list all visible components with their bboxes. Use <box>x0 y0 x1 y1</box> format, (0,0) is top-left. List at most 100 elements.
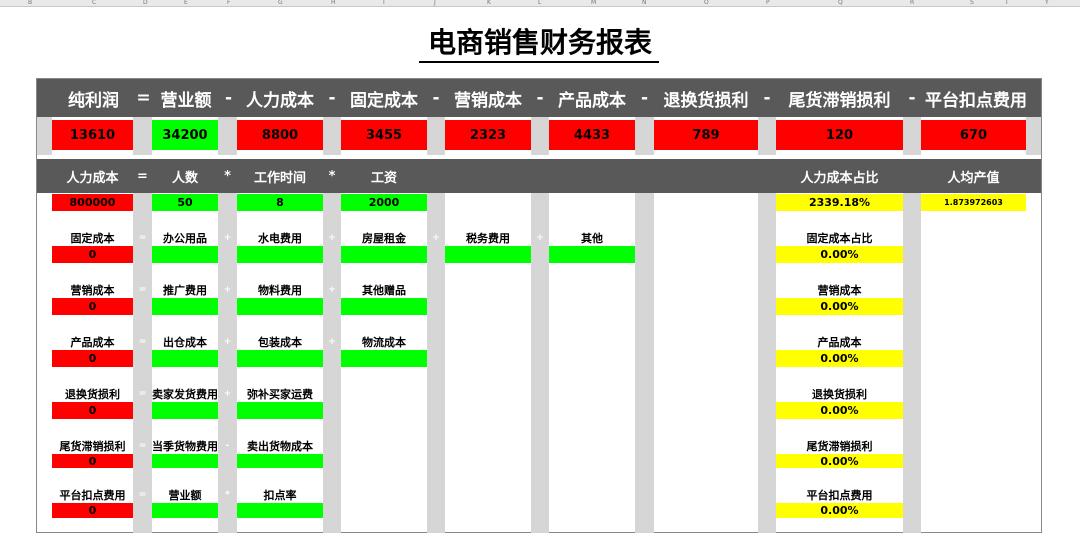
column-header[interactable]: G <box>278 0 283 7</box>
breakdown-item[interactable]: 其他赠品 <box>341 281 427 298</box>
breakdown-input[interactable] <box>341 298 427 315</box>
breakdown-item[interactable]: 卖家发货费用 <box>150 385 220 402</box>
ratio-value[interactable]: 0.00% <box>776 350 903 367</box>
breakdown-item[interactable]: 当季货物费用 <box>150 437 220 454</box>
fixed-cost-cell[interactable]: 3455 <box>341 120 427 150</box>
breakdown-input[interactable] <box>152 402 218 419</box>
ratio-value[interactable]: 0.00% <box>776 454 903 468</box>
labor-cost-cell[interactable]: 8800 <box>237 120 323 150</box>
formula-term[interactable]: 纯利润 <box>52 79 135 117</box>
breakdown-name[interactable]: 退换货损利 <box>52 385 133 402</box>
breakdown-item[interactable]: 税务费用 <box>445 229 531 246</box>
breakdown-value[interactable]: 0 <box>52 402 133 419</box>
breakdown-item[interactable]: 物料费用 <box>237 281 323 298</box>
net-profit-cell[interactable]: 13610 <box>52 120 133 150</box>
breakdown-input[interactable] <box>152 298 218 315</box>
breakdown-name[interactable]: 平台扣点费用 <box>50 486 135 503</box>
breakdown-input[interactable] <box>152 350 218 367</box>
ratio-value[interactable]: 0.00% <box>776 246 903 263</box>
wage-header[interactable]: 工资 <box>341 159 427 193</box>
breakdown-item[interactable]: 推广费用 <box>152 281 218 298</box>
breakdown-input[interactable] <box>152 246 218 263</box>
formula-term[interactable]: 人力成本 <box>237 79 323 117</box>
column-header[interactable]: S <box>970 0 974 7</box>
breakdown-item[interactable]: 出仓成本 <box>152 333 218 350</box>
ratio-value[interactable]: 0.00% <box>776 503 903 518</box>
page-title[interactable]: 电商销售财务报表 <box>0 24 1080 62</box>
breakdown-name[interactable]: 固定成本 <box>52 229 133 246</box>
formula-term[interactable]: 平台扣点费用 <box>921 79 1031 117</box>
labor-ratio-value[interactable]: 2339.18% <box>776 194 903 211</box>
slow-stock-loss-cell[interactable]: 120 <box>776 120 903 150</box>
breakdown-input[interactable] <box>237 503 323 518</box>
breakdown-item[interactable]: 扣点率 <box>237 486 323 503</box>
ratio-label[interactable]: 产品成本 <box>776 333 903 350</box>
labor-header[interactable]: 人力成本 <box>52 159 133 193</box>
ratio-label[interactable]: 退换货损利 <box>776 385 903 402</box>
breakdown-input[interactable] <box>341 246 427 263</box>
formula-term[interactable]: 产品成本 <box>549 79 635 117</box>
column-header[interactable]: C <box>92 0 96 7</box>
column-header[interactable]: J <box>434 0 436 7</box>
breakdown-input[interactable] <box>237 246 323 263</box>
formula-term[interactable]: 营业额 <box>152 79 220 117</box>
labor-ratio-header[interactable]: 人力成本占比 <box>776 159 903 193</box>
column-header[interactable]: T <box>1005 0 1009 7</box>
labor-cost-total[interactable]: 800000 <box>52 194 133 211</box>
product-cost-cell[interactable]: 4433 <box>549 120 635 150</box>
column-header[interactable]: M <box>591 0 596 7</box>
per-capita-header[interactable]: 人均产值 <box>921 159 1026 193</box>
formula-term[interactable]: 营销成本 <box>445 79 531 117</box>
column-header[interactable]: L <box>538 0 541 7</box>
column-header[interactable]: N <box>642 0 647 7</box>
breakdown-item[interactable]: 卖出货物成本 <box>237 437 323 454</box>
breakdown-item[interactable]: 物流成本 <box>341 333 427 350</box>
formula-term[interactable]: 尾货滞销损利 <box>776 79 903 117</box>
breakdown-input[interactable] <box>237 350 323 367</box>
column-header[interactable]: H <box>331 0 336 7</box>
return-loss-cell[interactable]: 789 <box>654 120 758 150</box>
breakdown-input[interactable] <box>152 503 218 518</box>
column-header[interactable]: E <box>184 0 188 7</box>
breakdown-name[interactable]: 尾货滞销损利 <box>50 437 135 454</box>
breakdown-item[interactable]: 弥补买家运费 <box>237 385 323 402</box>
column-header[interactable]: F <box>227 0 230 7</box>
breakdown-item[interactable]: 其他 <box>549 229 635 246</box>
breakdown-input[interactable] <box>237 402 323 419</box>
ratio-label[interactable]: 平台扣点费用 <box>776 486 903 503</box>
column-header[interactable]: Q <box>838 0 843 7</box>
breakdown-item[interactable]: 包装成本 <box>237 333 323 350</box>
ratio-label[interactable]: 营销成本 <box>776 281 903 298</box>
breakdown-input[interactable] <box>549 246 635 263</box>
marketing-cost-cell[interactable]: 2323 <box>445 120 531 150</box>
breakdown-input[interactable] <box>237 298 323 315</box>
formula-term[interactable]: 退换货损利 <box>654 79 758 117</box>
breakdown-item[interactable]: 水电费用 <box>237 229 323 246</box>
column-header[interactable]: B <box>28 0 32 7</box>
breakdown-item[interactable]: 房屋租金 <box>341 229 427 246</box>
breakdown-input[interactable] <box>445 246 531 263</box>
column-header[interactable]: P <box>766 0 770 7</box>
ratio-value[interactable]: 0.00% <box>776 402 903 419</box>
breakdown-value[interactable]: 0 <box>52 298 133 315</box>
breakdown-value[interactable]: 0 <box>52 350 133 367</box>
breakdown-input[interactable] <box>341 350 427 367</box>
headcount-value[interactable]: 50 <box>152 194 218 211</box>
work-hours-value[interactable]: 8 <box>237 194 323 211</box>
breakdown-value[interactable]: 0 <box>52 503 133 518</box>
wage-value[interactable]: 2000 <box>341 194 427 211</box>
revenue-cell[interactable]: 34200 <box>152 120 218 150</box>
column-header[interactable]: R <box>910 0 914 7</box>
column-header[interactable]: I <box>383 0 385 7</box>
column-header[interactable]: O <box>704 0 709 7</box>
work-hours-header[interactable]: 工作时间 <box>237 159 323 193</box>
breakdown-item[interactable]: 办公用品 <box>152 229 218 246</box>
column-header[interactable]: D <box>143 0 148 7</box>
breakdown-value[interactable]: 0 <box>52 246 133 263</box>
platform-fee-cell[interactable]: 670 <box>921 120 1026 150</box>
headcount-header[interactable]: 人数 <box>152 159 218 193</box>
breakdown-name[interactable]: 产品成本 <box>52 333 133 350</box>
ratio-label[interactable]: 尾货滞销损利 <box>776 437 903 454</box>
breakdown-name[interactable]: 营销成本 <box>52 281 133 298</box>
breakdown-value[interactable]: 0 <box>52 454 133 468</box>
